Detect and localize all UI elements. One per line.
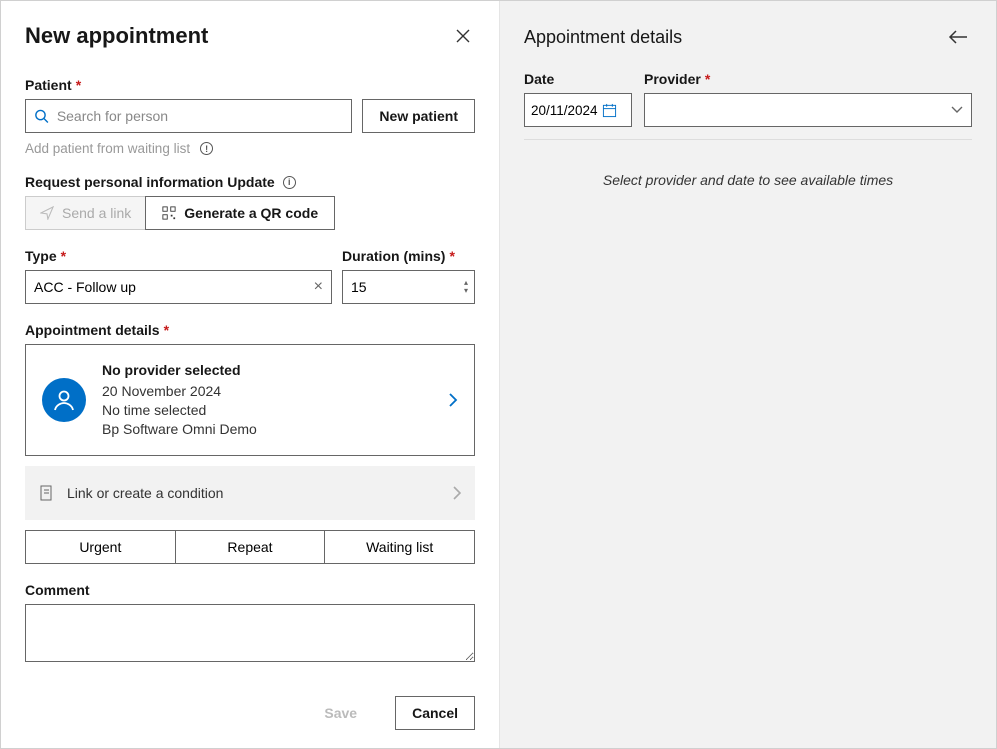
clear-type-icon[interactable]: × xyxy=(314,278,323,296)
patient-search-input[interactable] xyxy=(57,108,344,124)
date-label: Date xyxy=(524,71,632,87)
right-title: Appointment details xyxy=(524,27,682,48)
close-button[interactable] xyxy=(451,24,475,48)
chevron-right-icon xyxy=(453,486,461,500)
cancel-button[interactable]: Cancel xyxy=(395,696,475,730)
duration-value: 15 xyxy=(351,279,367,295)
stepper-down-icon[interactable]: ▾ xyxy=(464,287,468,295)
type-select[interactable]: ACC - Follow up × xyxy=(25,270,332,304)
repeat-toggle[interactable]: Repeat xyxy=(176,531,326,563)
provider-select[interactable] xyxy=(644,93,972,127)
link-condition-row[interactable]: Link or create a condition xyxy=(25,466,475,520)
close-icon xyxy=(455,28,471,44)
required-star: * xyxy=(76,77,81,93)
save-button: Save xyxy=(296,696,385,730)
empty-state-text: Select provider and date to see availabl… xyxy=(524,172,972,188)
type-label: Type* xyxy=(25,248,332,264)
send-icon xyxy=(40,206,54,220)
calendar-icon[interactable] xyxy=(602,103,617,118)
date-value: 20/11/2024 xyxy=(531,103,598,118)
waiting-list-toggle[interactable]: Waiting list xyxy=(325,531,474,563)
avatar xyxy=(42,378,86,422)
info-icon: ! xyxy=(200,142,213,155)
duration-stepper[interactable]: 15 ▴ ▾ xyxy=(342,270,475,304)
generate-qr-button[interactable]: Generate a QR code xyxy=(145,196,335,230)
details-location-line: Bp Software Omni Demo xyxy=(102,420,432,439)
provider-label: Provider* xyxy=(644,71,972,87)
chevron-right-icon xyxy=(448,392,458,408)
comment-label: Comment xyxy=(25,582,475,598)
condition-icon xyxy=(39,485,55,501)
send-link-button: Send a link xyxy=(25,196,145,230)
details-time-line: No time selected xyxy=(102,401,432,420)
info-icon: i xyxy=(283,176,296,189)
add-from-waiting-list-link[interactable]: Add patient from waiting list ! xyxy=(25,141,475,156)
person-icon xyxy=(52,388,76,412)
search-icon xyxy=(34,108,49,124)
new-patient-button[interactable]: New patient xyxy=(362,99,475,133)
details-date-line: 20 November 2024 xyxy=(102,382,432,401)
divider xyxy=(524,139,972,140)
comment-textarea[interactable] xyxy=(25,604,475,662)
duration-label: Duration (mins)* xyxy=(342,248,475,264)
date-input[interactable]: 20/11/2024 xyxy=(524,93,632,127)
rpi-label: Request personal information Update i xyxy=(25,174,475,190)
back-button[interactable] xyxy=(944,25,972,49)
details-provider-line: No provider selected xyxy=(102,361,432,380)
details-label: Appointment details* xyxy=(25,322,475,338)
flags-segment: Urgent Repeat Waiting list xyxy=(25,530,475,564)
qr-icon xyxy=(162,206,176,220)
appointment-details-card[interactable]: No provider selected 20 November 2024 No… xyxy=(25,344,475,456)
arrow-left-icon xyxy=(948,29,968,45)
patient-label: Patient* xyxy=(25,77,475,93)
patient-search-input-wrapper[interactable] xyxy=(25,99,352,133)
urgent-toggle[interactable]: Urgent xyxy=(26,531,176,563)
chevron-down-icon xyxy=(951,106,963,114)
page-title: New appointment xyxy=(25,23,208,49)
type-value: ACC - Follow up xyxy=(34,279,136,295)
